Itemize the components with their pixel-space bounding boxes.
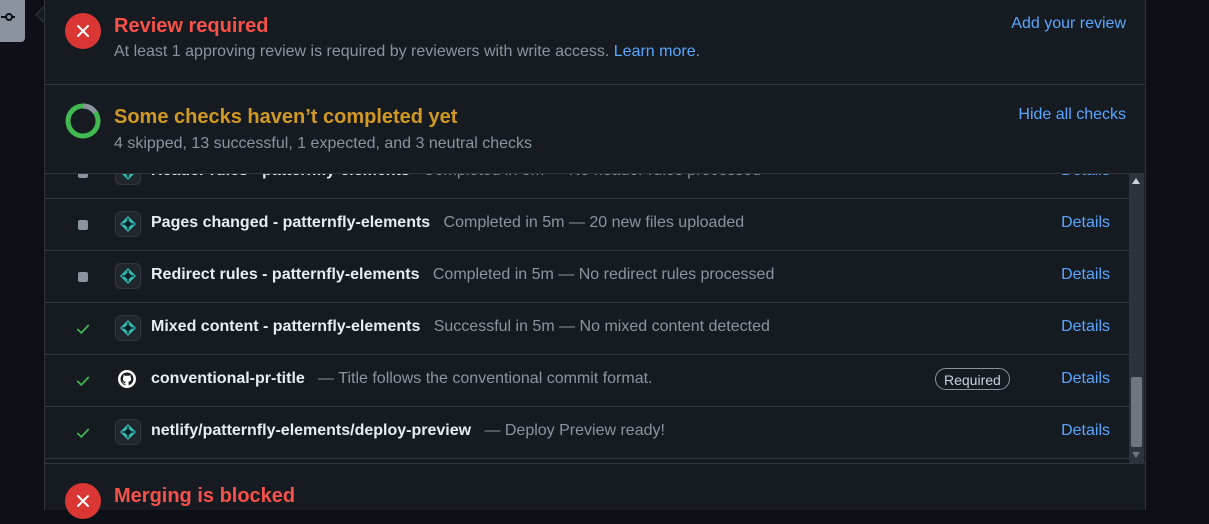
review-subtitle-period: . (695, 43, 701, 60)
review-section: Review required At least 1 approving rev… (45, 0, 1145, 85)
square-neutral-icon (78, 174, 88, 178)
check-row: Header rules - patternfly-elements Compl… (45, 174, 1129, 199)
check-icon (76, 322, 90, 336)
checks-subtitle: 4 skipped, 13 successful, 1 expected, an… (114, 135, 533, 152)
check-text: netlify/patternfly-elements/deploy-previ… (151, 422, 665, 440)
required-badge: Required (935, 368, 1010, 390)
check-name: Redirect rules - patternfly-elements (151, 266, 420, 283)
netlify-icon[interactable] (115, 315, 141, 341)
check-name: Header rules - patternfly-elements (151, 174, 410, 179)
github-icon[interactable] (115, 367, 141, 393)
check-row: Pages changed - patternfly-elements Comp… (45, 199, 1129, 251)
checks-scrollbar[interactable] (1129, 174, 1144, 463)
details-link[interactable]: Details (1061, 266, 1110, 284)
check-row: conventional-pr-title — Title follows th… (45, 355, 1129, 407)
merge-box: Review required At least 1 approving rev… (44, 0, 1146, 519)
netlify-icon[interactable] (115, 211, 141, 237)
checks-title: Some checks haven’t completed yet (114, 106, 458, 128)
square-neutral-icon (78, 272, 88, 282)
learn-more-link[interactable]: Learn more (614, 43, 696, 60)
details-link[interactable]: Details (1061, 422, 1110, 440)
check-name: Mixed content - patternfly-elements (151, 318, 421, 335)
netlify-icon[interactable] (115, 419, 141, 445)
checks-list[interactable]: Header rules - patternfly-elements Compl… (45, 174, 1145, 464)
details-link[interactable]: Details (1061, 174, 1110, 180)
side-tab[interactable] (0, 0, 25, 42)
checks-rows: Header rules - patternfly-elements Compl… (45, 174, 1129, 459)
check-description: Completed in 5m — No redirect rules proc… (432, 266, 775, 283)
check-icon (76, 426, 90, 440)
check-row: Redirect rules - patternfly-elements Com… (45, 251, 1129, 303)
netlify-icon[interactable] (115, 263, 141, 289)
square-neutral-icon (78, 220, 88, 230)
check-text: Mixed content - patternfly-elements Succ… (151, 318, 770, 336)
scroll-thumb[interactable] (1131, 377, 1142, 447)
checks-section: Some checks haven’t completed yet 4 skip… (45, 85, 1145, 174)
check-description: Successful in 5m — No mixed content dete… (433, 318, 770, 335)
review-subtitle-text: At least 1 approving review is required … (114, 43, 610, 60)
check-name: conventional-pr-title (151, 370, 305, 387)
check-description: Completed in 5m — No header rules proces… (423, 174, 761, 179)
check-description: Completed in 5m — 20 new files uploaded (443, 214, 745, 231)
details-link[interactable]: Details (1061, 214, 1110, 232)
progress-ring-icon (65, 103, 101, 139)
x-circle-icon (65, 13, 101, 49)
scroll-up-arrow[interactable] (1132, 178, 1140, 184)
details-link[interactable]: Details (1061, 318, 1110, 336)
check-text: Redirect rules - patternfly-elements Com… (151, 266, 774, 284)
check-icon (76, 374, 90, 388)
check-text: conventional-pr-title — Title follows th… (151, 370, 652, 388)
add-review-link[interactable]: Add your review (1011, 15, 1126, 33)
check-name: netlify/patternfly-elements/deploy-previ… (151, 422, 472, 439)
review-title: Review required (114, 15, 269, 37)
check-text: Pages changed - patternfly-elements Comp… (151, 214, 744, 232)
merge-section: Merging is blocked (45, 464, 1145, 524)
check-name: Pages changed - patternfly-elements (151, 214, 431, 231)
hide-checks-link[interactable]: Hide all checks (1018, 106, 1126, 124)
details-link[interactable]: Details (1061, 370, 1110, 388)
git-commit-icon (1, 13, 15, 21)
check-description: — Title follows the conventional commit … (318, 370, 653, 387)
check-text: Header rules - patternfly-elements Compl… (151, 174, 761, 180)
merge-title: Merging is blocked (114, 485, 296, 507)
check-description: — Deploy Preview ready! (484, 422, 665, 439)
scroll-down-arrow[interactable] (1132, 452, 1140, 458)
check-row: Mixed content - patternfly-elements Succ… (45, 303, 1129, 355)
check-row: netlify/patternfly-elements/deploy-previ… (45, 407, 1129, 459)
review-subtitle: At least 1 approving review is required … (114, 43, 700, 61)
netlify-icon[interactable] (115, 174, 141, 185)
x-circle-icon (65, 483, 101, 519)
